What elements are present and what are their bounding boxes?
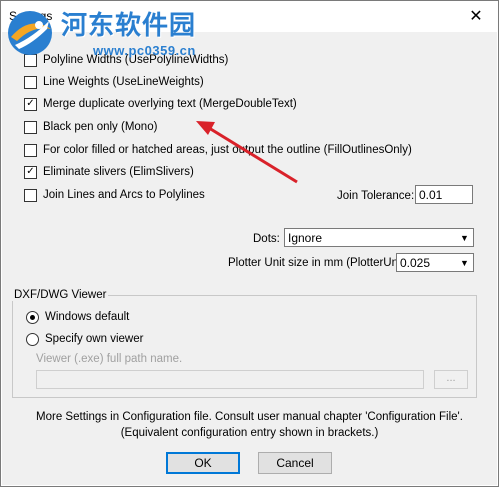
radio-windows-default[interactable]: Windows default bbox=[26, 309, 129, 325]
option-polyline-widths[interactable]: Polyline Widths (UsePolylineWidths) bbox=[24, 52, 228, 68]
option-label: Merge duplicate overlying text (MergeDou… bbox=[43, 98, 297, 110]
settings-dialog: Settings ✕ Polyline Widths (UsePolylineW… bbox=[0, 0, 499, 487]
join-tolerance-label: Join Tolerance: bbox=[337, 190, 415, 202]
window-title: Settings bbox=[9, 9, 53, 23]
radio-label: Windows default bbox=[45, 311, 130, 323]
plotter-unit-select[interactable]: 0.025 ▼ bbox=[396, 253, 474, 272]
option-line-weights[interactable]: Line Weights (UseLineWeights) bbox=[24, 74, 204, 90]
title-bar: Settings ✕ bbox=[1, 1, 498, 31]
option-join-lines[interactable]: Join Lines and Arcs to Polylines bbox=[24, 187, 205, 203]
option-elim-slivers[interactable]: ✓ Eliminate slivers (ElimSlivers) bbox=[24, 164, 194, 180]
radio-button[interactable] bbox=[26, 310, 39, 324]
option-label: Join Lines and Arcs to Polylines bbox=[43, 189, 205, 201]
checkbox-line-weights[interactable] bbox=[24, 75, 37, 89]
option-label: Polyline Widths (UsePolylineWidths) bbox=[43, 54, 229, 66]
option-label: Eliminate slivers (ElimSlivers) bbox=[43, 166, 194, 178]
dots-label: Dots: bbox=[253, 233, 280, 245]
checkbox-polyline-widths[interactable] bbox=[24, 53, 37, 67]
option-mono[interactable]: Black pen only (Mono) bbox=[24, 119, 157, 135]
dialog-body: Polyline Widths (UsePolylineWidths) Line… bbox=[2, 32, 497, 485]
option-merge-double-text[interactable]: ✓ Merge duplicate overlying text (MergeD… bbox=[24, 96, 297, 112]
option-label: Black pen only (Mono) bbox=[43, 121, 158, 133]
viewer-path-label: Viewer (.exe) full path name. bbox=[36, 353, 183, 365]
viewer-path-input[interactable] bbox=[36, 370, 424, 389]
plotter-unit-label: Plotter Unit size in mm (PlotterUnit) bbox=[228, 257, 408, 269]
dots-value: Ignore bbox=[288, 231, 323, 245]
option-label: For color filled or hatched areas, just … bbox=[43, 144, 412, 156]
ok-button[interactable]: OK bbox=[166, 452, 240, 474]
viewer-group-label: DXF/DWG Viewer bbox=[12, 289, 109, 301]
checkbox-fill-outlines-only[interactable] bbox=[24, 143, 37, 157]
join-tolerance-input[interactable]: 0.01 bbox=[415, 185, 473, 204]
dots-select[interactable]: Ignore ▼ bbox=[284, 228, 474, 247]
close-icon[interactable]: ✕ bbox=[454, 1, 498, 31]
checkbox-mono[interactable] bbox=[24, 120, 37, 134]
plotter-unit-value: 0.025 bbox=[400, 256, 431, 270]
option-label: Line Weights (UseLineWeights) bbox=[43, 76, 204, 88]
checkbox-elim-slivers[interactable]: ✓ bbox=[24, 165, 37, 179]
chevron-down-icon[interactable]: ▼ bbox=[457, 255, 472, 270]
info-line-2: (Equivalent configuration entry shown in… bbox=[120, 427, 379, 439]
radio-label: Specify own viewer bbox=[45, 333, 144, 345]
info-line-1: More Settings in Configuration file. Con… bbox=[36, 411, 463, 423]
option-fill-outlines-only[interactable]: For color filled or hatched areas, just … bbox=[24, 142, 412, 158]
cancel-button[interactable]: Cancel bbox=[258, 452, 332, 474]
radio-specify-own-viewer[interactable]: Specify own viewer bbox=[26, 331, 143, 347]
radio-button[interactable] bbox=[26, 332, 39, 346]
chevron-down-icon[interactable]: ▼ bbox=[457, 230, 472, 245]
checkbox-join-lines[interactable] bbox=[24, 188, 37, 202]
browse-button[interactable]: ... bbox=[434, 370, 468, 389]
checkbox-merge-double-text[interactable]: ✓ bbox=[24, 97, 37, 111]
